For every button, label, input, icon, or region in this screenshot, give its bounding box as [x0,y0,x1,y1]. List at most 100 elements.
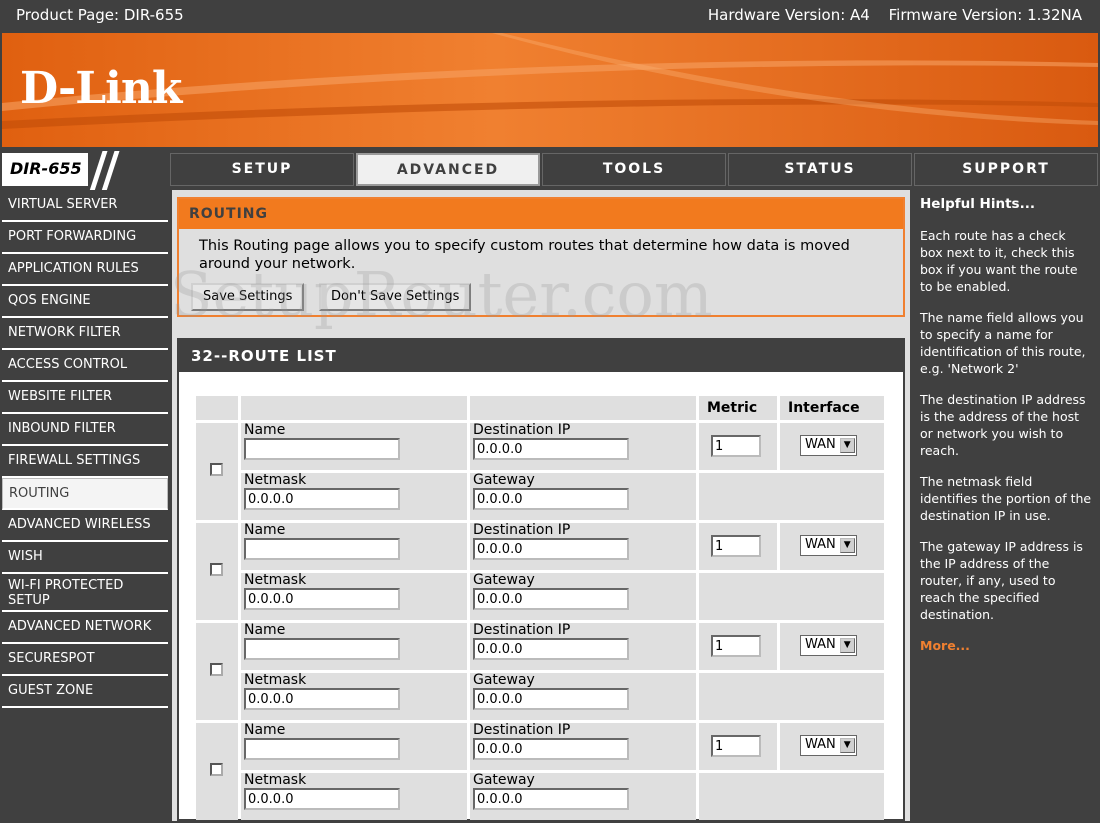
sidebar-item-wish[interactable]: WISH [2,542,168,574]
route-name-input[interactable] [244,538,400,560]
route-name-input[interactable] [244,438,400,460]
empty-cell [699,673,884,720]
destination-label: Destination IP [473,522,571,538]
destination-ip-input[interactable] [473,738,629,760]
tab-setup[interactable]: SETUP [170,153,354,186]
empty-cell [699,473,884,520]
route-enable-checkbox[interactable] [210,463,223,476]
empty-cell [699,573,884,620]
gateway-label: Gateway [473,472,535,488]
interface-select[interactable]: WAN ▼ [800,535,857,556]
gateway-input[interactable] [473,488,629,510]
hardware-version: Hardware Version: A4 [707,6,870,24]
sidebar-item-port-forwarding[interactable]: PORT FORWARDING [2,222,168,254]
sidebar-item-website-filter[interactable]: WEBSITE FILTER [2,382,168,414]
sidebar-item-advanced-wireless[interactable]: ADVANCED WIRELESS [2,510,168,542]
route-name-input[interactable] [244,738,400,760]
chevron-down-icon: ▼ [839,538,855,553]
destination-ip-input[interactable] [473,538,629,560]
route-enable-checkbox[interactable] [210,663,223,676]
route-enable-cell [196,623,238,720]
gateway-input[interactable] [473,688,629,710]
dont-save-settings-button[interactable]: Don't Save Settings [319,283,472,311]
destination-ip-input[interactable] [473,638,629,660]
route-row-lower: Netmask Gateway [196,573,884,620]
sidebar-item-advanced-network[interactable]: ADVANCED NETWORK [2,612,168,644]
tab-support[interactable]: SUPPORT [914,153,1098,186]
route-enable-checkbox[interactable] [210,763,223,776]
netmask-input[interactable] [244,788,400,810]
main-content: ROUTING This Routing page allows you to … [172,190,910,821]
sidebar-item-application-rules[interactable]: APPLICATION RULES [2,254,168,286]
name-label: Name [244,422,286,438]
route-table: Metric Interface NameDestination IPWAN▼N… [193,393,887,823]
model-name: DIR-655 [10,159,82,178]
gateway-input[interactable] [473,788,629,810]
gateway-input[interactable] [473,588,629,610]
sidebar-item-qos-engine[interactable]: QOS ENGINE [2,286,168,318]
gateway-label: Gateway [473,672,535,688]
destination-ip-input[interactable] [473,438,629,460]
chevron-down-icon: ▼ [839,738,855,753]
metric-input[interactable] [711,435,761,457]
sidebar-item-inbound-filter[interactable]: INBOUND FILTER [2,414,168,446]
route-list-section: 32--ROUTE LIST Metric Interface Name Dest… [177,338,905,821]
route-row: Name Destination IP WAN▼ [196,422,884,520]
interface-select[interactable]: WAN ▼ [800,435,857,456]
sidebar-item-wifi-protected-setup[interactable]: WI-FI PROTECTED SETUP [2,574,168,612]
route-table-header: Metric Interface [196,396,884,420]
gateway-label: Gateway [473,572,535,588]
metric-input[interactable] [711,535,761,557]
netmask-input[interactable] [244,488,400,510]
netmask-label: Netmask [244,772,307,788]
netmask-input[interactable] [244,688,400,710]
more-link[interactable]: More... [920,637,1092,654]
routing-title: ROUTING [179,199,903,229]
interface-value: WAN [805,737,836,752]
sidebar-item-firewall-settings[interactable]: FIREWALL SETTINGS [2,446,168,478]
sidebar-item-securespot[interactable]: SECURESPOT [2,644,168,676]
hint-name: The name field allows you to specify a n… [920,310,1086,376]
save-settings-button[interactable]: Save Settings [191,283,305,311]
interface-value: WAN [805,537,836,552]
interface-select[interactable]: WAN ▼ [800,735,857,756]
sidebar-menu: VIRTUAL SERVER PORT FORWARDING APPLICATI… [2,190,168,708]
sidebar-item-routing[interactable]: ROUTING [2,478,168,510]
hints-title: Helpful Hints... [920,196,1035,212]
product-page-label: Product Page: DIR-655 [16,6,184,24]
chevron-down-icon: ▼ [839,438,855,453]
metric-header: Metric [699,396,777,420]
version-info: Hardware Version: A4 Firmware Version: 1… [694,6,1082,24]
netmask-input[interactable] [244,588,400,610]
metric-input[interactable] [711,635,761,657]
interface-select[interactable]: WAN ▼ [800,635,857,656]
sidebar-item-virtual-server[interactable]: VIRTUAL SERVER [2,190,168,222]
interface-value: WAN [805,437,836,452]
netmask-label: Netmask [244,572,307,588]
name-label: Name [244,622,286,638]
routing-description: This Routing page allows you to specify … [199,238,850,272]
model-slash-decoration [88,151,168,191]
route-enable-checkbox[interactable] [210,563,223,576]
brand-banner: D-Link [2,33,1098,147]
tab-status[interactable]: STATUS [728,153,912,186]
name-label: Name [244,722,286,738]
route-name-input[interactable] [244,638,400,660]
hint-netmask: The netmask field identifies the portion… [920,474,1092,523]
route-row: Name Destination IP WAN▼ [196,522,884,620]
routing-section: ROUTING This Routing page allows you to … [177,197,905,317]
route-row-lower: Netmask Gateway [196,673,884,720]
destination-label: Destination IP [473,722,571,738]
metric-input[interactable] [711,735,761,757]
route-enable-cell [196,723,238,820]
interface-value: WAN [805,637,836,652]
tab-tools[interactable]: TOOLS [542,153,726,186]
interface-header: Interface [780,396,884,420]
firmware-version: Firmware Version: 1.32NA [888,6,1082,24]
netmask-label: Netmask [244,472,307,488]
hint-gateway: The gateway IP address is the IP address… [920,539,1083,622]
sidebar-item-access-control[interactable]: ACCESS CONTROL [2,350,168,382]
tab-advanced[interactable]: ADVANCED [356,153,540,186]
sidebar-item-network-filter[interactable]: NETWORK FILTER [2,318,168,350]
sidebar-item-guest-zone[interactable]: GUEST ZONE [2,676,168,708]
